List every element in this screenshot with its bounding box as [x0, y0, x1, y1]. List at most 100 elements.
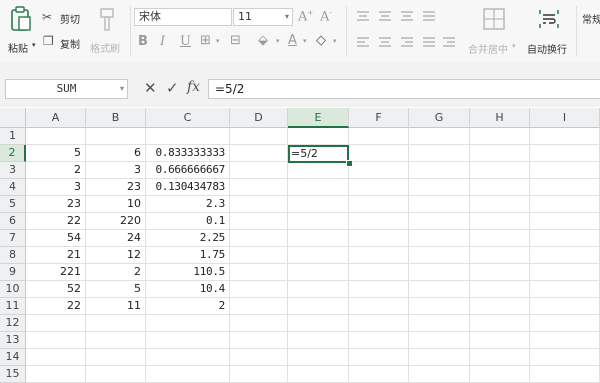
cell-g11[interactable] [409, 298, 470, 315]
cell-c2[interactable]: 0.833333333 [146, 145, 230, 162]
cell-b15[interactable] [86, 366, 146, 383]
cell-h9[interactable] [470, 264, 530, 281]
cell-g7[interactable] [409, 230, 470, 247]
font-name-dropdown[interactable]: 宋体 [134, 8, 232, 26]
cell-a13[interactable] [26, 332, 86, 349]
justify-icon[interactable] [422, 36, 436, 48]
underline-icon[interactable]: U [180, 34, 191, 49]
row-header-15[interactable]: 15 [0, 366, 26, 383]
cell-d7[interactable] [230, 230, 288, 247]
cell-g9[interactable] [409, 264, 470, 281]
cell-d13[interactable] [230, 332, 288, 349]
name-box[interactable]: SUM ▾ [5, 79, 128, 99]
cell-h1[interactable] [470, 128, 530, 145]
cell-e12[interactable] [288, 315, 349, 332]
cell-a3[interactable]: 2 [26, 162, 86, 179]
grow-font-icon[interactable]: A+ [298, 9, 313, 24]
cell-d8[interactable] [230, 247, 288, 264]
cell-e3[interactable] [288, 162, 349, 179]
cell-c4[interactable]: 0.130434783 [146, 179, 230, 196]
cell-f9[interactable] [349, 264, 409, 281]
cell-i9[interactable] [530, 264, 600, 281]
cell-e6[interactable] [288, 213, 349, 230]
cell-h15[interactable] [470, 366, 530, 383]
cell-b10[interactable]: 5 [86, 281, 146, 298]
fill-color-icon[interactable]: ⬙ [258, 33, 268, 48]
cell-f7[interactable] [349, 230, 409, 247]
cell-a4[interactable]: 3 [26, 179, 86, 196]
column-header-h[interactable]: H [470, 108, 530, 128]
cancel-icon[interactable]: ✕ [144, 79, 157, 97]
row-header-6[interactable]: 6 [0, 213, 26, 230]
cell-b12[interactable] [86, 315, 146, 332]
cell-i5[interactable] [530, 196, 600, 213]
row-header-1[interactable]: 1 [0, 128, 26, 145]
cell-f4[interactable] [349, 179, 409, 196]
cell-c11[interactable]: 2 [146, 298, 230, 315]
italic-icon[interactable]: I [160, 34, 165, 49]
cell-d4[interactable] [230, 179, 288, 196]
cell-a14[interactable] [26, 349, 86, 366]
cell-c14[interactable] [146, 349, 230, 366]
paste-button[interactable]: 粘贴 ▾ [4, 4, 38, 56]
formula-input[interactable]: =5/2 [208, 79, 600, 99]
cell-d12[interactable] [230, 315, 288, 332]
cell-h8[interactable] [470, 247, 530, 264]
align-bottom-icon[interactable] [400, 10, 414, 22]
cell-i14[interactable] [530, 349, 600, 366]
column-header-e[interactable]: E [288, 108, 349, 128]
merge-border-icon[interactable]: ⊟ [230, 33, 241, 48]
column-header-d[interactable]: D [230, 108, 288, 128]
cell-h13[interactable] [470, 332, 530, 349]
column-header-b[interactable]: B [86, 108, 146, 128]
cell-d1[interactable] [230, 128, 288, 145]
cell-b1[interactable] [86, 128, 146, 145]
cell-e1[interactable] [288, 128, 349, 145]
row-header-8[interactable]: 8 [0, 247, 26, 264]
cell-a12[interactable] [26, 315, 86, 332]
wrap-text-button[interactable]: 自动换行 [526, 4, 572, 56]
column-header-f[interactable]: F [349, 108, 409, 128]
cell-h11[interactable] [470, 298, 530, 315]
row-header-9[interactable]: 9 [0, 264, 26, 281]
confirm-icon[interactable]: ✓ [166, 79, 179, 97]
cell-f2[interactable] [349, 145, 409, 162]
cell-g1[interactable] [409, 128, 470, 145]
cell-g15[interactable] [409, 366, 470, 383]
number-format-label[interactable]: 常规 [582, 11, 600, 26]
cell-e10[interactable] [288, 281, 349, 298]
row-header-4[interactable]: 4 [0, 179, 26, 196]
cell-b13[interactable] [86, 332, 146, 349]
shrink-font-icon[interactable]: A- [320, 9, 332, 24]
cell-c8[interactable]: 1.75 [146, 247, 230, 264]
cell-a9[interactable]: 221 [26, 264, 86, 281]
cell-h7[interactable] [470, 230, 530, 247]
font-color-icon[interactable]: A [288, 33, 297, 48]
cell-c6[interactable]: 0.1 [146, 213, 230, 230]
cell-f14[interactable] [349, 349, 409, 366]
cell-h3[interactable] [470, 162, 530, 179]
cell-g13[interactable] [409, 332, 470, 349]
cell-i11[interactable] [530, 298, 600, 315]
cell-c5[interactable]: 2.3 [146, 196, 230, 213]
cell-h10[interactable] [470, 281, 530, 298]
cell-f10[interactable] [349, 281, 409, 298]
row-header-5[interactable]: 5 [0, 196, 26, 213]
align-middle-icon[interactable] [378, 10, 392, 22]
cell-b2[interactable]: 6 [86, 145, 146, 162]
fill-handle[interactable] [346, 160, 353, 167]
cell-e5[interactable] [288, 196, 349, 213]
cell-c7[interactable]: 2.25 [146, 230, 230, 247]
cell-d10[interactable] [230, 281, 288, 298]
cell-a15[interactable] [26, 366, 86, 383]
cell-d14[interactable] [230, 349, 288, 366]
cell-e9[interactable] [288, 264, 349, 281]
cell-f6[interactable] [349, 213, 409, 230]
align-top-icon[interactable] [356, 10, 370, 22]
cell-d6[interactable] [230, 213, 288, 230]
cell-b9[interactable]: 2 [86, 264, 146, 281]
copy-button[interactable]: ❐ 复制 [42, 34, 86, 51]
font-size-dropdown[interactable]: 11 ▾ [233, 8, 293, 26]
align-right-icon[interactable] [400, 36, 414, 48]
cell-f3[interactable] [349, 162, 409, 179]
